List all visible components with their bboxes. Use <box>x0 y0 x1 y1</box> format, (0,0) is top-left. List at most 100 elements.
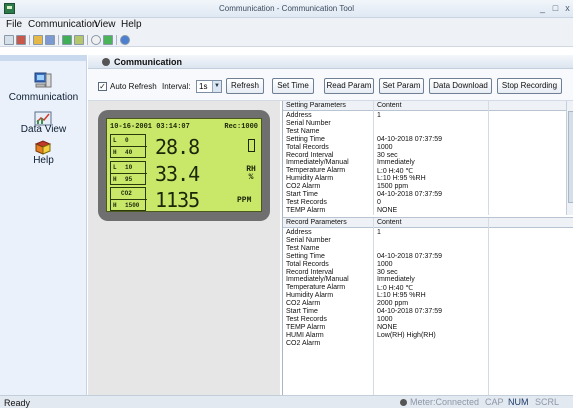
parameter-value-cell: Low(RH) High(RH) <box>377 331 436 339</box>
table-row[interactable]: Immediately/Manual Immediately <box>283 276 566 284</box>
table-row[interactable]: Test Name <box>283 128 566 136</box>
parameter-value-cell: 2000 ppm <box>377 300 409 308</box>
parameter-value-cell: L:0 H:40 ℃ <box>377 168 414 176</box>
lcd-row-humidity: L 10 H 95 33.4 RH % <box>110 161 260 186</box>
table-row[interactable]: Test Records 1000 <box>283 316 566 324</box>
table-row[interactable]: Temperature Alarm L:0 H:40 ℃ <box>283 284 566 292</box>
parameter-name-cell: Temperature Alarm <box>286 284 346 292</box>
parameter-name-cell: Record Interval <box>286 151 334 159</box>
table-row[interactable]: Serial Number <box>283 120 566 128</box>
table-row[interactable]: Temperature Alarm L:0 H:40 ℃ <box>283 167 566 175</box>
set-param-button[interactable]: Set Param <box>379 78 424 94</box>
lcd-co2-label: CO2 <box>111 188 147 200</box>
table-row[interactable]: Test Name <box>283 245 566 253</box>
parameter-name-cell: Test Records <box>286 198 327 206</box>
menu-help[interactable]: Help <box>121 19 142 30</box>
read-param-button[interactable]: Read Param <box>324 78 374 94</box>
stop-recording-button[interactable]: Stop Recording <box>497 78 562 94</box>
sidebar: Communication Data View Help <box>0 55 87 395</box>
close-button[interactable]: x <box>563 3 572 13</box>
table-row[interactable]: Record Interval 30 sec <box>283 269 566 277</box>
column-header-content: Content <box>377 219 402 226</box>
sidebar-item-communication[interactable]: Communication <box>0 71 87 107</box>
table-row[interactable]: Start Time 04-10-2018 07:37:59 <box>283 191 566 199</box>
lcd-header: 10-16-2001 03:14:07 Rec:1000 <box>110 123 260 132</box>
meter-status-text: Meter:Connected <box>410 397 480 407</box>
data-download-button[interactable]: Data Download <box>429 78 492 94</box>
scrl-indicator: SCRL <box>535 397 560 407</box>
parameter-name-cell: Start Time <box>286 191 318 198</box>
refresh-icon[interactable] <box>103 35 113 45</box>
window-title: Communication - Communication Tool <box>218 4 355 13</box>
maximize-button[interactable]: □ <box>551 3 560 13</box>
table-row[interactable]: Immediately/Manual Immediately <box>283 159 566 167</box>
lcd-co2-value: 1135 <box>155 188 200 212</box>
parameter-name-cell: Start Time <box>286 308 318 315</box>
parameter-name-cell: Setting Time <box>286 135 325 143</box>
table-row[interactable]: CO2 Alarm 1500 ppm <box>283 183 566 191</box>
export-icon[interactable] <box>62 35 72 45</box>
interval-select[interactable]: 1s ▼ <box>196 80 222 93</box>
sidebar-item-data-view[interactable]: Data View <box>0 110 87 138</box>
table-row[interactable]: Humidity Alarm L:10 H:95 %RH <box>283 175 566 183</box>
save-icon[interactable] <box>45 35 55 45</box>
parameter-name-cell: Humidity Alarm <box>286 292 334 300</box>
table-header: Record Parameters Content <box>283 218 573 228</box>
new-icon[interactable] <box>4 35 14 45</box>
table-row[interactable]: Serial Number <box>283 237 566 245</box>
lcd-humidity-value: 33.4 <box>155 162 200 186</box>
parameter-value-cell: 1000 <box>377 260 393 268</box>
column-header-parameter: Setting Parameters <box>286 102 346 109</box>
table-row[interactable]: Setting Time 04-10-2018 07:37:59 <box>283 253 566 261</box>
parameter-value-cell: 04-10-2018 07:37:59 <box>377 252 442 260</box>
copy-icon[interactable] <box>74 35 84 45</box>
parameter-value-cell: 1500 ppm <box>377 183 409 191</box>
menu-bar: File Communication View Help <box>0 18 573 33</box>
sidebar-item-label: Help <box>33 155 54 166</box>
table-row[interactable]: Setting Time 04-10-2018 07:37:59 <box>283 136 566 144</box>
lcd-high-limit: H 40 <box>113 149 133 156</box>
toolbar-separator <box>116 35 117 45</box>
refresh-button[interactable]: Refresh <box>226 78 264 94</box>
column-header-parameter: Record Parameters <box>286 219 347 226</box>
lcd-row-temperature: L0 H 40 28.8 <box>110 134 260 159</box>
table-row[interactable]: CO2 Alarm <box>283 340 566 348</box>
parameter-value-cell: 1000 <box>377 143 393 151</box>
settings-scrollbar[interactable] <box>566 101 573 215</box>
title-bar: Communication - Communication Tool _ □ x <box>0 0 573 18</box>
device-pane: 10-16-2001 03:14:07 Rec:1000 L0 H 40 28.8 <box>88 101 280 395</box>
table-row[interactable]: Test Records 0 <box>283 199 566 207</box>
menu-communication[interactable]: Communication <box>28 19 97 30</box>
table-row[interactable]: Address 1 <box>283 229 566 237</box>
table-row[interactable]: TEMP Alarm NONE <box>283 207 566 215</box>
table-row[interactable]: Address 1 <box>283 112 566 120</box>
download-icon[interactable] <box>91 35 101 45</box>
open-icon[interactable] <box>16 35 26 45</box>
parameter-value-cell: Immediately <box>377 276 415 284</box>
status-ready: Ready <box>4 398 31 408</box>
minimize-button[interactable]: _ <box>538 3 547 13</box>
menu-file[interactable]: File <box>6 19 22 30</box>
table-row[interactable]: Total Records 1000 <box>283 144 566 152</box>
set-time-button[interactable]: Set Time <box>272 78 314 94</box>
table-row[interactable]: HUMI Alarm Low(RH) High(RH) <box>283 332 566 340</box>
parameter-value-cell: L:10 H:95 %RH <box>377 292 426 300</box>
folder-icon[interactable] <box>33 35 43 45</box>
lcd-limits-box: L0 H 40 <box>110 134 147 158</box>
parameter-value-cell: 04-10-2018 07:37:59 <box>377 191 442 198</box>
auto-refresh-checkbox[interactable]: ✓ <box>98 82 107 91</box>
parameter-name-cell: Record Interval <box>286 268 334 276</box>
menu-view[interactable]: View <box>94 19 116 30</box>
table-row[interactable]: CO2 Alarm 2000 ppm <box>283 300 566 308</box>
table-row[interactable]: TEMP Alarm NONE <box>283 324 566 332</box>
table-row[interactable]: Start Time 04-10-2018 07:37:59 <box>283 308 566 316</box>
sidebar-item-help[interactable]: Help <box>0 139 87 169</box>
scrollbar-thumb[interactable] <box>568 111 573 203</box>
table-row[interactable]: Record Interval 30 sec <box>283 152 566 160</box>
table-row[interactable]: Humidity Alarm L:10 H:95 %RH <box>283 292 566 300</box>
table-row[interactable]: Total Records 1000 <box>283 261 566 269</box>
lcd-row-co2: CO2 H 1500 1135 PPM <box>110 187 260 212</box>
lcd-limits-box: CO2 H 1500 <box>110 187 147 211</box>
lcd-humidity-unit: RH % <box>246 165 256 182</box>
about-icon[interactable] <box>120 35 130 45</box>
